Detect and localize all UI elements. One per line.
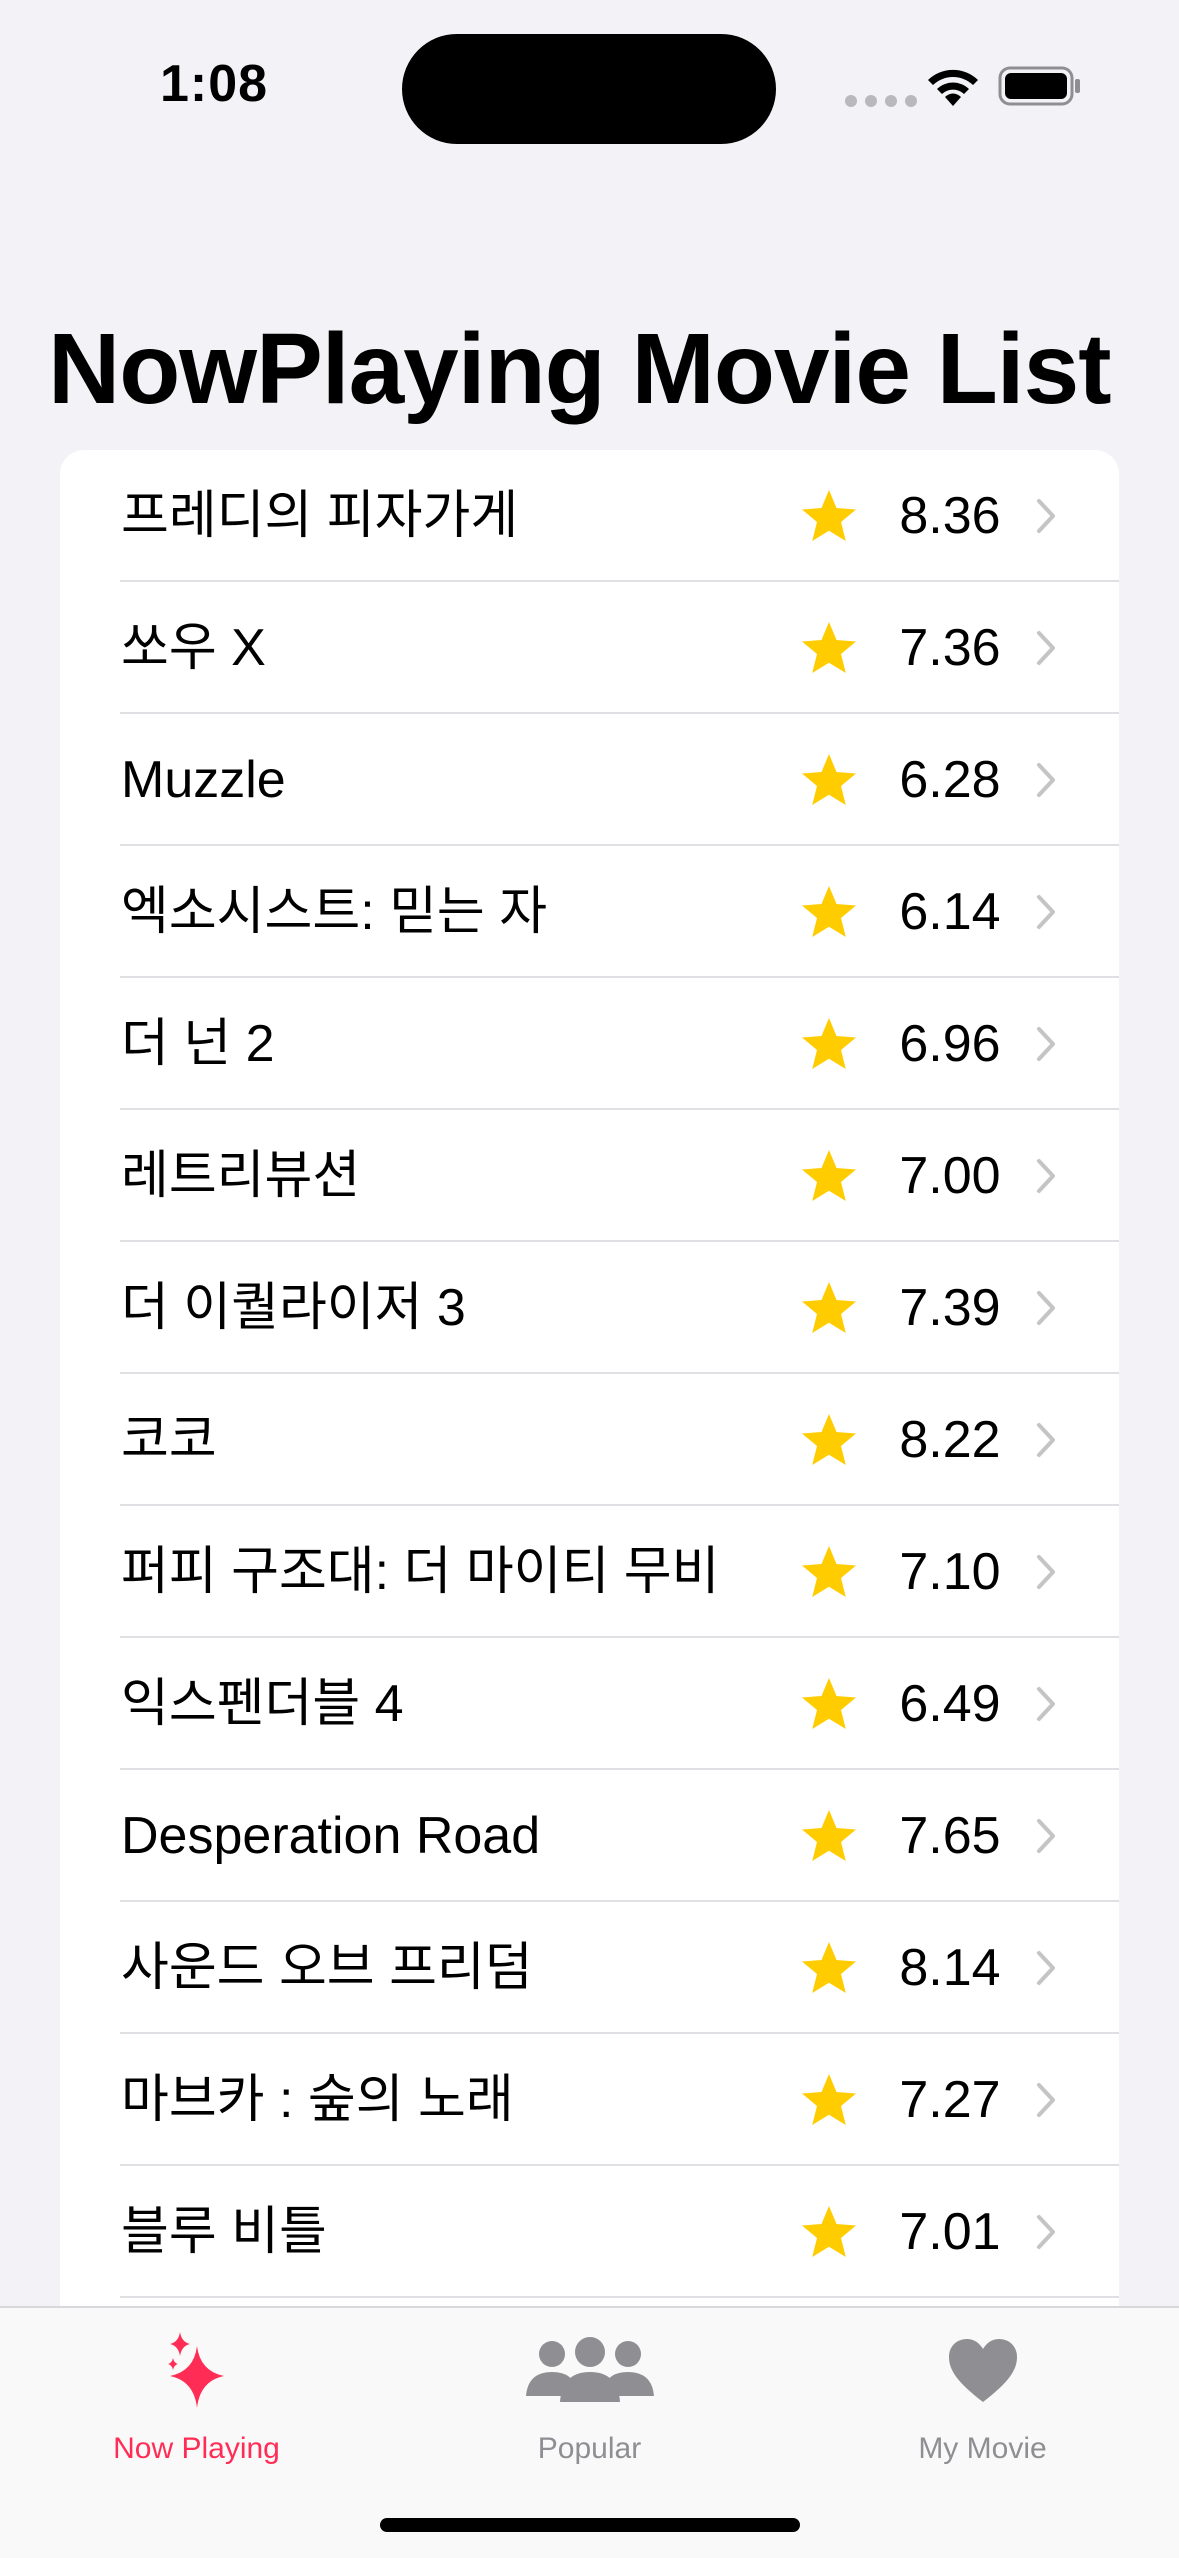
tab-popular[interactable]: Popular (393, 2308, 786, 2488)
movie-title: 더 이퀄라이저 3 (121, 1279, 466, 1337)
movie-title: 프레디의 피자가게 (121, 487, 519, 545)
movie-list: 프레디의 피자가게 8.36 쏘우 X 7.36 Muzzle 6.28 엑소시스트: 믿는… (60, 450, 1119, 2450)
chevron-right-icon (1037, 895, 1055, 929)
movie-row[interactable]: 퍼피 구조대: 더 마이티 무비 7.10 (60, 1506, 1119, 1638)
movie-title: 블루 비틀 (121, 2203, 327, 2261)
chevron-right-icon (1037, 1423, 1055, 1457)
movie-title: Muzzle (121, 751, 286, 809)
movie-rating: 7.00 (899, 1147, 1001, 1205)
movie-row[interactable]: 더 이퀄라이저 3 7.39 (60, 1242, 1119, 1374)
tab-now-playing[interactable]: Now Playing (0, 2308, 393, 2488)
tab-my-movie[interactable]: My Movie (786, 2308, 1179, 2488)
movie-row[interactable]: 레트리뷰션 7.00 (60, 1110, 1119, 1242)
star-icon (802, 886, 856, 937)
chevron-right-icon (1037, 631, 1055, 665)
movie-title: 퍼피 구조대: 더 마이티 무비 (121, 1543, 720, 1601)
movie-rating: 7.27 (899, 2071, 1001, 2129)
chevron-right-icon (1037, 1291, 1055, 1325)
movie-rating: 7.39 (899, 1279, 1001, 1337)
cellular-signal-icon (845, 95, 917, 107)
star-icon (802, 1414, 856, 1465)
star-icon (802, 1546, 856, 1597)
star-icon (802, 490, 856, 541)
chevron-right-icon (1037, 763, 1055, 797)
star-icon (802, 1150, 856, 1201)
movie-rating: 8.36 (899, 487, 1001, 545)
movie-row[interactable]: 코코 8.22 (60, 1374, 1119, 1506)
movie-rating: 6.96 (899, 1015, 1001, 1073)
page-title: NowPlaying Movie List (48, 313, 1111, 425)
home-indicator[interactable] (380, 2518, 800, 2532)
heart-icon (786, 2326, 1179, 2416)
row-divider (120, 2296, 1119, 2298)
movie-rating: 6.28 (899, 751, 1001, 809)
star-icon (802, 2206, 856, 2257)
star-icon (802, 1810, 856, 1861)
people-icon (393, 2326, 786, 2416)
dynamic-island (402, 34, 776, 144)
people-icon-svg (525, 2337, 654, 2402)
chevron-right-icon (1037, 1951, 1055, 1985)
movie-rating: 8.22 (899, 1411, 1001, 1469)
sparkles-icon (0, 2326, 393, 2416)
star-icon (802, 1282, 856, 1333)
movie-row[interactable]: 프레디의 피자가게 8.36 (60, 450, 1119, 582)
movie-row[interactable]: 사운드 오브 프리덤 8.14 (60, 1902, 1119, 2034)
movie-rating: 7.65 (899, 1807, 1001, 1865)
movie-title: Desperation Road (121, 1807, 541, 1865)
movie-title: 레트리뷰션 (121, 1147, 361, 1205)
wifi-icon (928, 69, 978, 106)
star-icon (802, 1018, 856, 1069)
movie-row[interactable]: 쏘우 X 7.36 (60, 582, 1119, 714)
movie-row[interactable]: Desperation Road 7.65 (60, 1770, 1119, 1902)
chevron-right-icon (1037, 1687, 1055, 1721)
tab-label: Popular (537, 2432, 642, 2465)
movie-row[interactable]: 익스펜더블 4 6.49 (60, 1638, 1119, 1770)
tab-bar: Now Playing Popular My Movie (0, 2306, 1179, 2558)
status-bar: 1:08 (0, 0, 1179, 170)
chevron-right-icon (1037, 1027, 1055, 1061)
chevron-right-icon (1037, 1819, 1055, 1853)
status-time: 1:08 (160, 55, 269, 113)
movie-title: 쏘우 X (121, 619, 266, 677)
movie-row[interactable]: 엑소시스트: 믿는 자 6.14 (60, 846, 1119, 978)
star-icon (802, 1942, 856, 1993)
chevron-right-icon (1037, 2083, 1055, 2117)
movie-row[interactable]: 더 넌 2 6.96 (60, 978, 1119, 1110)
movie-rating: 8.14 (899, 1939, 1001, 1997)
movie-title: 더 넌 2 (121, 1015, 275, 1073)
movie-rating: 7.01 (899, 2203, 1001, 2261)
tab-label: Now Playing (113, 2432, 280, 2465)
movie-rating: 7.10 (899, 1543, 1001, 1601)
sparkles-icon-svg (167, 2332, 224, 2408)
movie-row[interactable]: Muzzle 6.28 (60, 714, 1119, 846)
tab-label: My Movie (918, 2432, 1047, 2465)
chevron-right-icon (1037, 499, 1055, 533)
movie-rating: 6.49 (899, 1675, 1001, 1733)
movie-rating: 6.14 (899, 883, 1001, 941)
heart-icon-svg (948, 2339, 1017, 2402)
movie-title: 익스펜더블 4 (121, 1675, 404, 1733)
movie-title: 마브카 : 숲의 노래 (121, 2071, 514, 2129)
star-icon (802, 1678, 856, 1729)
chevron-right-icon (1037, 2215, 1055, 2249)
movie-rating: 7.36 (899, 619, 1001, 677)
star-icon (802, 622, 856, 673)
star-icon (802, 754, 856, 805)
chevron-right-icon (1037, 1555, 1055, 1589)
movie-title: 사운드 오브 프리덤 (121, 1939, 533, 1997)
movie-row[interactable]: 블루 비틀 7.01 (60, 2166, 1119, 2298)
chevron-right-icon (1037, 1159, 1055, 1193)
battery-icon (998, 66, 1080, 106)
movie-title: 엑소시스트: 믿는 자 (121, 883, 548, 941)
star-icon (802, 2074, 856, 2125)
movie-title: 코코 (121, 1411, 217, 1469)
movie-row[interactable]: 마브카 : 숲의 노래 7.27 (60, 2034, 1119, 2166)
